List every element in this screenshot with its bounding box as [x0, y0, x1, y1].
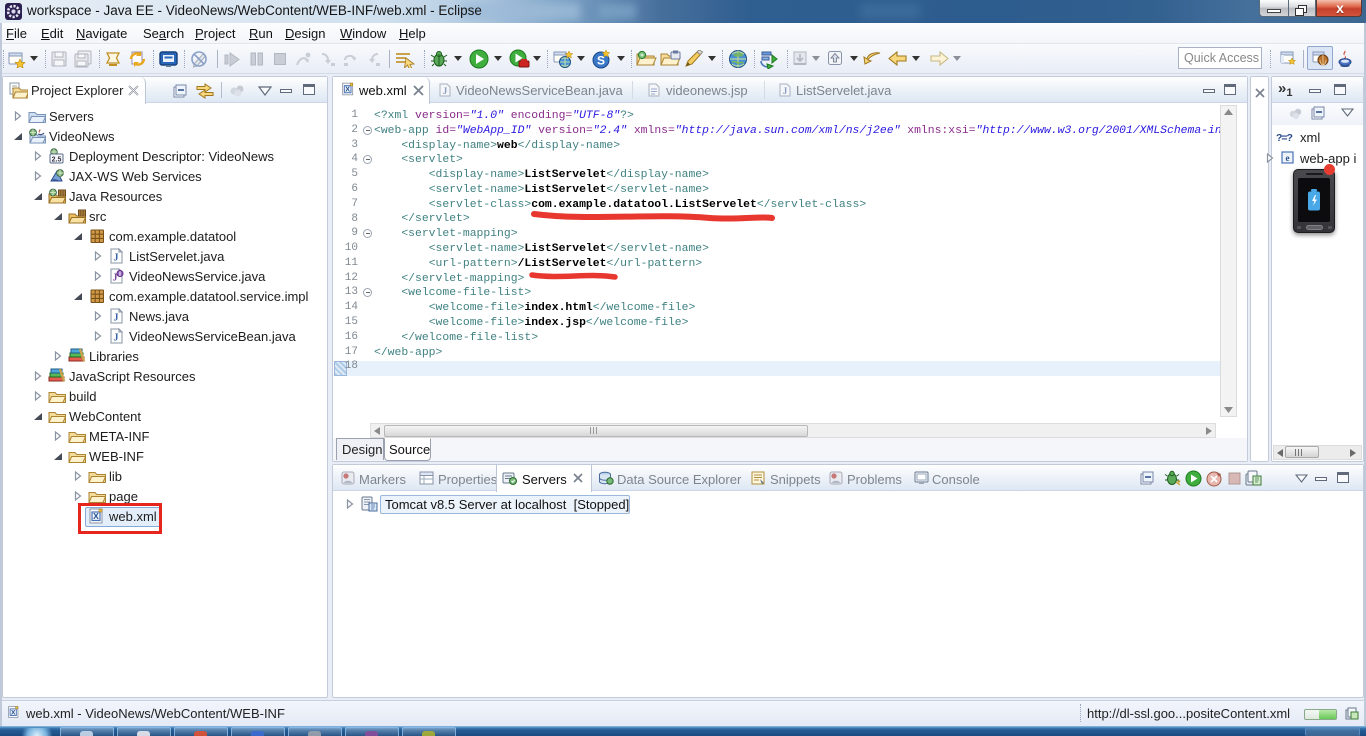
svg-text:X: X: [11, 709, 16, 716]
svg-text:J: J: [114, 333, 119, 344]
svg-text:e: e: [1286, 153, 1290, 163]
svg-text:J: J: [114, 313, 119, 324]
svg-text:X: X: [345, 86, 350, 94]
svg-text:J: J: [783, 86, 788, 96]
svg-text:2.5: 2.5: [52, 157, 62, 164]
svg-text:J: J: [114, 253, 119, 264]
svg-text:J: J: [443, 86, 448, 96]
